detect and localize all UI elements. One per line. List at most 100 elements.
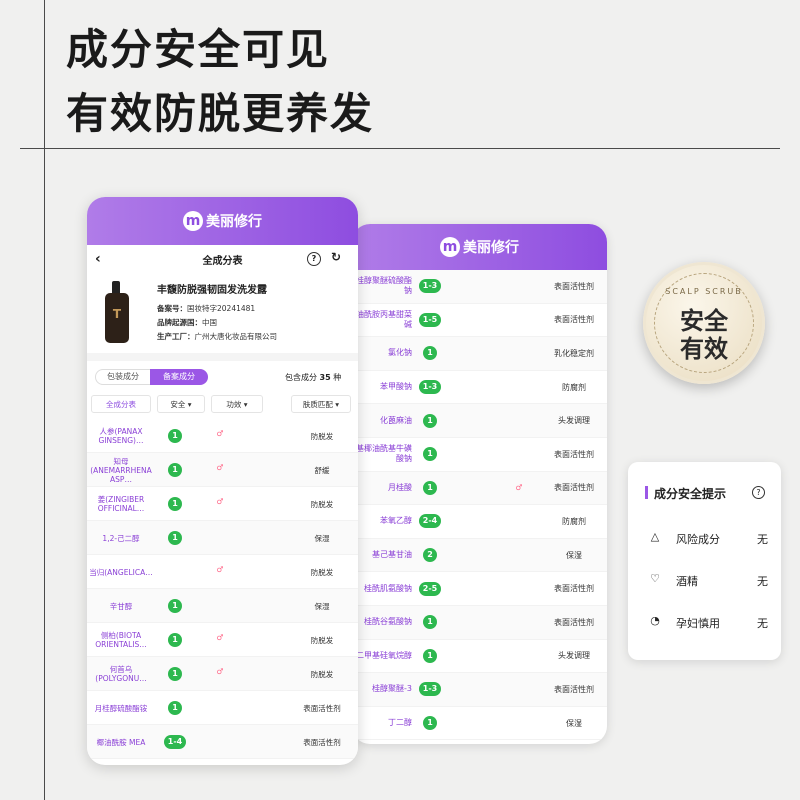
- product-factory: 生产工厂：广州大唐化妆品有限公司: [157, 332, 277, 341]
- pregnancy-icon: ◔: [650, 614, 660, 627]
- table-row[interactable]: 人参(PANAX GINSENG)… 1 ♂ 防脱发: [87, 419, 358, 453]
- table-row[interactable]: 化蓖麻油 1 头发调理: [352, 404, 607, 438]
- safety-score: 2-4: [415, 514, 445, 529]
- table-row[interactable]: 桂酰谷氨酸钠 1 表面活性剂: [352, 605, 607, 640]
- product-origin: 品牌起源国：中国: [157, 318, 217, 327]
- ingredient-name: 苯甲酸钠: [380, 382, 412, 392]
- table-row[interactable]: 月桂醇硫酸酯铵 1 表面活性剂: [87, 691, 358, 725]
- tip-row-alcohol: ♡ 酒精 无: [648, 572, 768, 588]
- ingredient-name: 侧柏(BIOTA ORIENTALIS…: [95, 631, 147, 649]
- headline-line2: 有效防脱更养发: [66, 89, 375, 138]
- safety-score: 1: [161, 497, 189, 511]
- ingredient-use: 保湿: [566, 550, 582, 560]
- table-row[interactable]: 当归(ANGELICA… ♂ 防脱发: [87, 555, 358, 589]
- front-card-header: m 美丽修行: [87, 197, 358, 245]
- back-arrow-icon[interactable]: ‹: [95, 251, 101, 267]
- table-row[interactable]: 辛甘醇 1 保湿: [87, 589, 358, 623]
- filter-function[interactable]: 功效 ▾: [211, 395, 263, 413]
- table-row[interactable]: 桂醇聚醚-3 1-3 表面活性剂: [352, 673, 607, 707]
- tab-registered-ingredients[interactable]: 备案成分: [150, 369, 208, 385]
- back-phone-card: m 美丽修行 桂醇聚醚硫酸酯钠 1-3 表面活性剂 油酰胺丙基甜菜碱 1-5 表面活性剂氯…: [352, 224, 607, 744]
- filter-skin-match[interactable]: 肤质匹配 ▾: [291, 395, 351, 413]
- table-row[interactable]: 二甲基硅氧烷醇 1 头发调理: [352, 640, 607, 674]
- brand-name: 美丽修行: [463, 240, 519, 256]
- product-info: T 丰馥防脱强韧固发洗发露 备案号：国妆特字20241481 品牌起源国：中国 …: [87, 273, 358, 353]
- table-row[interactable]: 苯氧乙醇 2-4 防腐剂: [352, 505, 607, 539]
- safety-score: 1-5: [415, 312, 445, 327]
- help-icon[interactable]: ?: [752, 486, 765, 499]
- table-row[interactable]: 知母(ANEMARRHENA ASP… 1 ♂ 舒缓: [87, 453, 358, 487]
- function-icon: ♂: [216, 565, 224, 574]
- filter-all[interactable]: 全成分表: [91, 395, 151, 413]
- tip-row-risk: △ 风险成分 无: [648, 530, 768, 546]
- table-row[interactable]: 何首乌(POLYGONU… 1 ♂ 防脱发: [87, 657, 358, 691]
- safety-score: 1: [415, 346, 445, 361]
- tab-package-ingredients[interactable]: 包装成分: [95, 369, 151, 385]
- logo-m-icon: m: [183, 211, 203, 231]
- safety-score: 1: [415, 716, 445, 731]
- ingredient-name: 丁二醇: [388, 718, 412, 728]
- ingredient-use: 防腐剂: [562, 382, 586, 392]
- table-row[interactable]: 基椰油酰基牛磺酸钠 1 表面活性剂: [352, 438, 607, 472]
- table-row[interactable]: 基己基甘油 2 保湿: [352, 538, 607, 573]
- table-row[interactable]: 氯化钠 1 乳化稳定剂: [352, 337, 607, 371]
- safety-score: 2: [415, 548, 445, 563]
- product-reg-number: 备案号：国妆特字20241481: [157, 304, 256, 313]
- ingredient-use: 防腐剂: [562, 516, 586, 526]
- table-row[interactable]: 桂醇聚醚硫酸酯钠 1-3 表面活性剂: [352, 270, 607, 304]
- table-row[interactable]: 月桂酸 1 ♂ 表面活性剂: [352, 471, 607, 506]
- product-name: 丰馥防脱强韧固发洗发露: [157, 285, 267, 296]
- ingredient-name: 椰油酰胺 MEA: [96, 737, 146, 747]
- table-row[interactable]: 苯甲酸钠 1-3 防腐剂: [352, 371, 607, 405]
- safety-score: 1: [161, 633, 189, 647]
- ingredient-use: 表面活性剂: [554, 584, 594, 594]
- function-icon: ♂: [515, 483, 523, 493]
- table-row[interactable]: 姜(ZINGIBER OFFICINAL… 1 ♂ 防脱发: [87, 487, 358, 521]
- nav-bar: ‹ 全成分表 ? ↻: [87, 245, 358, 273]
- table-row[interactable]: 侧柏(BIOTA ORIENTALIS… 1 ♂ 防脱发: [87, 623, 358, 657]
- table-row[interactable]: 1,2-己二醇 1 保湿: [87, 521, 358, 555]
- safety-score: 1: [161, 599, 189, 613]
- logo-m-icon: m: [440, 237, 460, 257]
- ingredient-use: 防脱发: [310, 432, 334, 441]
- ingredient-name: 姜(ZINGIBER OFFICINAL…: [97, 495, 145, 513]
- safety-score: 1-4: [161, 735, 189, 749]
- function-icon: ♂: [216, 667, 224, 676]
- table-row[interactable]: 桂酰肌氨酸钠 2-5 表面活性剂: [352, 572, 607, 606]
- safety-score: 1-3: [415, 682, 445, 697]
- ingredient-name: 桂酰谷氨酸钠: [364, 617, 412, 627]
- safety-score: 1: [161, 667, 189, 681]
- ingredient-name: 苯氧乙醇: [380, 516, 412, 526]
- ingredient-name: 当归(ANGELICA…: [89, 567, 153, 577]
- ingredient-name: 桂醇聚醚-3: [372, 684, 412, 694]
- ingredient-use: 表面活性剂: [554, 449, 594, 459]
- tip-row-pregnancy: ◔ 孕妇慎用 无: [648, 614, 768, 630]
- help-icon[interactable]: ?: [307, 252, 321, 266]
- ingredient-name: 基椰油酰基牛磺酸钠: [356, 444, 412, 464]
- safety-score: 1: [415, 615, 445, 630]
- table-row[interactable]: 丁二醇 1 保湿: [352, 707, 607, 741]
- filter-safety[interactable]: 安全 ▾: [157, 395, 205, 413]
- ingredient-use: 乳化稳定剂: [554, 348, 594, 358]
- safety-score: 1: [415, 648, 445, 663]
- ingredient-use: 舒缓: [314, 466, 330, 475]
- table-row[interactable]: 油酰胺丙基甜菜碱 1-5 表面活性剂: [352, 304, 607, 338]
- warning-icon: △: [650, 530, 660, 543]
- badge-arc-text: SCALP SCRUB: [665, 287, 743, 296]
- safety-score: 1-3: [415, 279, 445, 294]
- ingredient-use: 防脱发: [310, 500, 334, 509]
- back-card-header: m 美丽修行: [352, 224, 607, 270]
- ingredient-use: 保湿: [314, 534, 330, 543]
- ingredient-name: 知母(ANEMARRHENA ASP…: [90, 456, 152, 484]
- table-row[interactable]: 椰油酰胺 MEA 1-4 表面活性剂: [87, 725, 358, 759]
- ingredient-table: 人参(PANAX GINSENG)… 1 ♂ 防脱发 知母(ANEMARRHENA AS…: [87, 419, 358, 759]
- ingredient-name: 1,2-己二醇: [102, 533, 140, 543]
- share-icon[interactable]: ↻: [331, 250, 341, 264]
- ingredient-use: 保湿: [314, 602, 330, 611]
- ingredient-use: 表面活性剂: [554, 684, 594, 694]
- brand-logo: m 美丽修行: [183, 211, 262, 231]
- ingredient-name: 月桂酸: [388, 482, 412, 492]
- ingredient-name: 氯化钠: [388, 348, 412, 358]
- ingredient-name: 二甲基硅氧烷醇: [356, 650, 412, 660]
- ingredient-use: 头发调理: [558, 651, 590, 661]
